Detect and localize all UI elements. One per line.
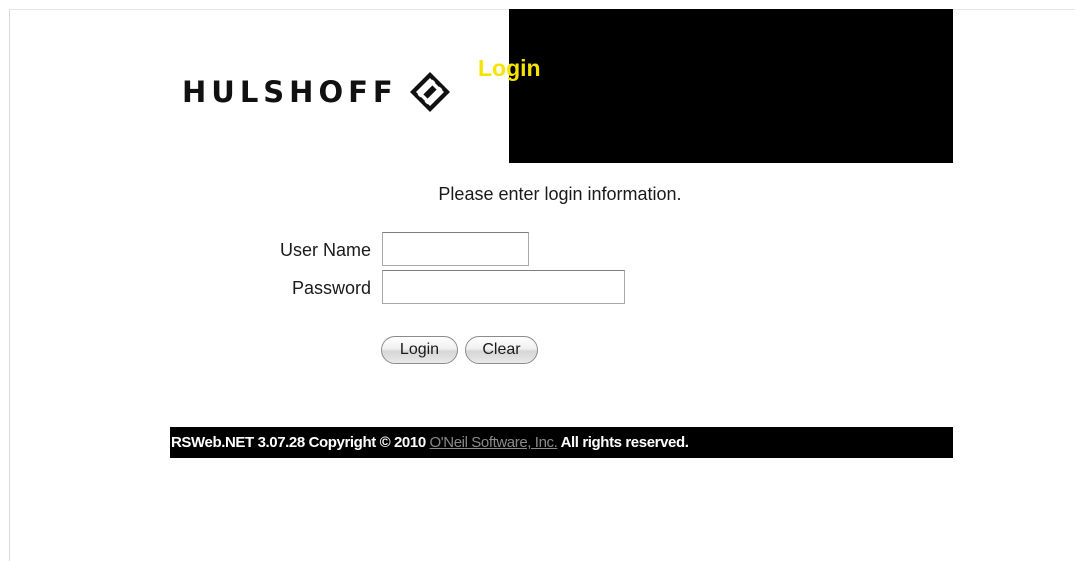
copyright-footer: RSWeb.NET 3.07.28 Copyright © 2010 O'Nei…	[170, 427, 953, 458]
username-input[interactable]	[382, 232, 529, 266]
password-label: Password	[291, 278, 371, 298]
login-instructions: Please enter login information.	[438, 184, 682, 204]
logo-wordmark: HULSHOFF	[182, 75, 398, 109]
password-input[interactable]	[382, 270, 625, 304]
hulshoff-diamond-logo-icon	[409, 72, 450, 112]
copyright-text: RSWeb.NET 3.07.28 Copyright © 2010	[171, 434, 430, 451]
rights-reserved-text: All rights reserved.	[557, 434, 689, 451]
login-button[interactable]: Login	[381, 336, 458, 364]
company-logo: HULSHOFF	[182, 66, 452, 118]
page-title: Login	[478, 55, 541, 81]
clear-button[interactable]: Clear	[465, 336, 538, 364]
username-label: User Name	[279, 240, 371, 260]
header-banner	[509, 9, 953, 163]
oneil-software-link[interactable]: O'Neil Software, Inc.	[430, 434, 558, 451]
